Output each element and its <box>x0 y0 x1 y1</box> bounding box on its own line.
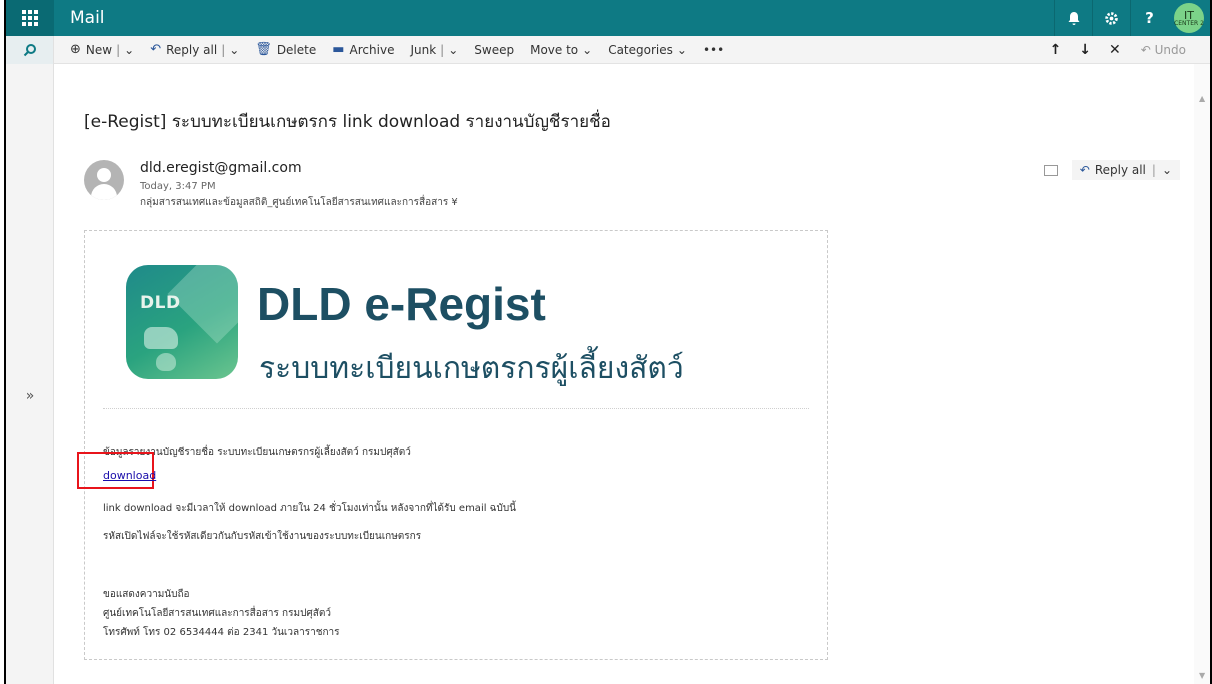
help-icon: ? <box>1145 9 1154 27</box>
notifications-button[interactable] <box>1054 0 1092 36</box>
close-button[interactable]: ✕ <box>1109 42 1121 58</box>
scrollbar[interactable]: ▲ ▼ <box>1194 64 1210 684</box>
reply-all-message-button[interactable]: ↶ Reply all | ⌄ <box>1071 160 1180 180</box>
undo-icon: ↶ <box>1140 42 1155 57</box>
new-button[interactable]: ⊕ New | ⌄ <box>70 42 134 57</box>
sweep-button[interactable]: Sweep <box>474 43 514 57</box>
show-images-icon[interactable] <box>1043 164 1058 176</box>
brand-title: DLD e-Regist <box>257 278 546 330</box>
scroll-down-icon[interactable]: ▼ <box>1199 671 1205 680</box>
chevron-down-icon[interactable]: ⌄ <box>229 43 239 57</box>
sender-email[interactable]: dld.eregist@gmail.com <box>140 160 302 176</box>
move-to-button[interactable]: Move to ⌄ <box>530 43 592 57</box>
avatar: IT CENTER 2 <box>1174 3 1204 33</box>
command-bar: ⊕ New | ⌄ ↶ Reply all | ⌄ 🗑 Delete ▬ Archi… <box>54 36 1210 64</box>
message-time: Today, 3:47 PM <box>140 181 216 192</box>
app-launcher-button[interactable] <box>6 0 54 36</box>
settings-button[interactable] <box>1092 0 1130 36</box>
top-bar: Mail ? IT CENTER 2 <box>6 0 1210 36</box>
help-button[interactable]: ? <box>1130 0 1168 36</box>
reply-all-button[interactable]: ↶ Reply all | ⌄ <box>150 42 239 57</box>
message-subject: [e-Regist] ระบบทะเบียนเกษตรกร link downl… <box>84 112 611 132</box>
dld-logo: DLD <box>126 265 238 379</box>
reply-all-icon: ↶ <box>150 42 162 57</box>
undo-button[interactable]: ↶ Undo <box>1141 43 1186 57</box>
ellipsis-icon: ••• <box>702 42 725 57</box>
left-rail: » <box>6 36 54 684</box>
scroll-up-icon[interactable]: ▲ <box>1199 94 1205 103</box>
chevron-down-icon[interactable]: ⌄ <box>448 43 458 57</box>
chevron-down-icon: ⌄ <box>582 42 593 57</box>
junk-button[interactable]: Junk | ⌄ <box>410 43 458 57</box>
expand-folders-button[interactable]: » <box>6 388 54 404</box>
signature-greeting: ขอแสดงความนับถือ <box>103 589 190 600</box>
next-message-button[interactable]: ↓ <box>1079 42 1091 58</box>
chevron-down-icon[interactable]: ⌄ <box>124 43 134 57</box>
reading-pane: [e-Regist] ระบบทะเบียนเกษตรกร link downl… <box>54 64 1196 684</box>
chevron-down-icon[interactable]: ⌄ <box>1162 163 1172 177</box>
categories-button[interactable]: Categories ⌄ <box>608 43 687 57</box>
brand-subtitle: ระบบทะเบียนเกษตรกรผู้เลี้ยงสัตว์ <box>259 351 684 386</box>
previous-message-button[interactable]: ↑ <box>1050 42 1062 58</box>
search-icon <box>23 44 36 57</box>
more-actions-button[interactable]: ••• <box>703 43 724 57</box>
body-line-expiry: link download จะมีเวลาให้ download ภายใน… <box>103 503 517 514</box>
outlook-window: Mail ? IT CENTER 2 » ⊕ New | ⌄ ↶ Reply a… <box>4 0 1212 684</box>
body-line-password: รหัสเปิดไฟล์จะใช้รหัสเดียวกันกับรหัสเข้า… <box>103 531 422 542</box>
email-body: DLD DLD e-Regist ระบบทะเบียนเกษตรกรผู้เล… <box>77 230 828 660</box>
trash-icon: 🗑 <box>255 42 272 57</box>
recipient-list[interactable]: กลุ่มสารสนเทศและข้อมูลสถิติ_ศูนย์เทคโนโล… <box>140 195 458 210</box>
sender-avatar[interactable] <box>84 160 124 200</box>
arrow-up-icon: ↑ <box>1049 41 1062 58</box>
bell-icon <box>1068 11 1079 25</box>
close-icon: ✕ <box>1109 41 1121 58</box>
download-link[interactable]: download <box>103 469 156 482</box>
account-button[interactable]: IT CENTER 2 <box>1168 0 1210 36</box>
chevron-down-icon: ⌄ <box>676 42 687 57</box>
arrow-down-icon: ↓ <box>1079 41 1092 58</box>
delete-button[interactable]: 🗑 Delete <box>255 42 316 57</box>
divider <box>103 408 809 409</box>
app-title: Mail <box>70 8 105 28</box>
gear-icon <box>1105 11 1118 25</box>
archive-button[interactable]: ▬ Archive <box>332 42 394 57</box>
chicken-icon <box>156 353 176 371</box>
signature-org: ศูนย์เทคโนโลยีสารสนเทศและการสื่อสาร กรมป… <box>103 608 331 619</box>
signature-phone: โทรศัพท์ โทร 02 6534444 ต่อ 2341 วันเวลา… <box>103 627 340 638</box>
reply-all-icon: ↶ <box>1079 163 1090 177</box>
cow-icon <box>144 327 178 349</box>
waffle-icon <box>22 10 38 26</box>
search-button[interactable] <box>6 36 53 64</box>
archive-icon: ▬ <box>332 42 345 57</box>
message-actions: ↶ Reply all | ⌄ <box>1043 160 1180 180</box>
plus-circle-icon: ⊕ <box>70 42 81 57</box>
